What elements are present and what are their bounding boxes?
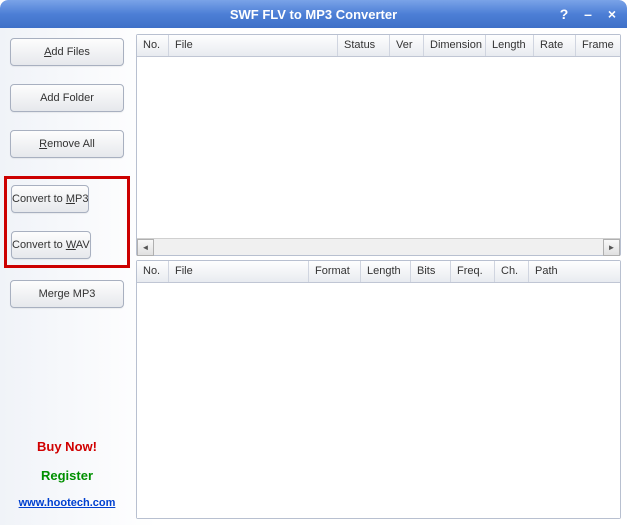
col-rate[interactable]: Rate xyxy=(534,35,576,56)
col-length[interactable]: Length xyxy=(361,261,411,282)
titlebar[interactable]: SWF FLV to MP3 Converter ? – × xyxy=(0,0,627,28)
remove-all-button[interactable]: Remove All xyxy=(10,130,124,158)
scroll-right-icon[interactable]: ► xyxy=(603,239,620,256)
register-link[interactable]: Register xyxy=(10,468,124,483)
source-files-list[interactable]: No. File Status Ver Dimension Length Rat… xyxy=(136,34,621,256)
titlebar-controls: ? – × xyxy=(557,6,619,22)
add-folder-button[interactable]: Add Folder xyxy=(10,84,124,112)
merge-mp3-button[interactable]: Merge MP3 xyxy=(10,280,124,308)
col-freq[interactable]: Freq. xyxy=(451,261,495,282)
window-title: SWF FLV to MP3 Converter xyxy=(230,7,397,22)
col-file[interactable]: File xyxy=(169,261,309,282)
scroll-left-icon[interactable]: ◄ xyxy=(137,239,154,256)
col-ch[interactable]: Ch. xyxy=(495,261,529,282)
col-length[interactable]: Length xyxy=(486,35,534,56)
col-no[interactable]: No. xyxy=(137,35,169,56)
col-ver[interactable]: Ver xyxy=(390,35,424,56)
minimize-button[interactable]: – xyxy=(581,6,595,22)
add-files-button[interactable]: Add Files xyxy=(10,38,124,66)
col-format[interactable]: Format xyxy=(309,261,361,282)
col-no[interactable]: No. xyxy=(137,261,169,282)
convert-to-wav-button[interactable]: Convert to WAV xyxy=(11,231,91,259)
source-hscroll[interactable]: ◄ ► xyxy=(137,238,620,255)
content-area: Add Files Add Folder Remove All Convert … xyxy=(0,28,627,525)
col-status[interactable]: Status xyxy=(338,35,390,56)
col-dimension[interactable]: Dimension xyxy=(424,35,486,56)
source-list-body[interactable] xyxy=(137,57,620,238)
col-frame[interactable]: Frame xyxy=(576,35,620,56)
source-list-header: No. File Status Ver Dimension Length Rat… xyxy=(137,35,620,57)
website-link[interactable]: www.hootech.com xyxy=(10,497,124,509)
col-bits[interactable]: Bits xyxy=(411,261,451,282)
output-files-list[interactable]: No. File Format Length Bits Freq. Ch. Pa… xyxy=(136,260,621,519)
sidebar: Add Files Add Folder Remove All Convert … xyxy=(0,34,128,519)
output-list-header: No. File Format Length Bits Freq. Ch. Pa… xyxy=(137,261,620,283)
convert-highlight: Convert to MP3 Convert to WAV xyxy=(4,176,130,268)
output-list-body[interactable] xyxy=(137,283,620,518)
main-panel: No. File Status Ver Dimension Length Rat… xyxy=(136,34,621,519)
app-window: SWF FLV to MP3 Converter ? – × Add Files… xyxy=(0,0,627,525)
col-file[interactable]: File xyxy=(169,35,338,56)
close-button[interactable]: × xyxy=(605,6,619,22)
col-path[interactable]: Path xyxy=(529,261,620,282)
buy-now-link[interactable]: Buy Now! xyxy=(10,439,124,454)
convert-to-mp3-button[interactable]: Convert to MP3 xyxy=(11,185,89,213)
help-button[interactable]: ? xyxy=(557,6,571,22)
